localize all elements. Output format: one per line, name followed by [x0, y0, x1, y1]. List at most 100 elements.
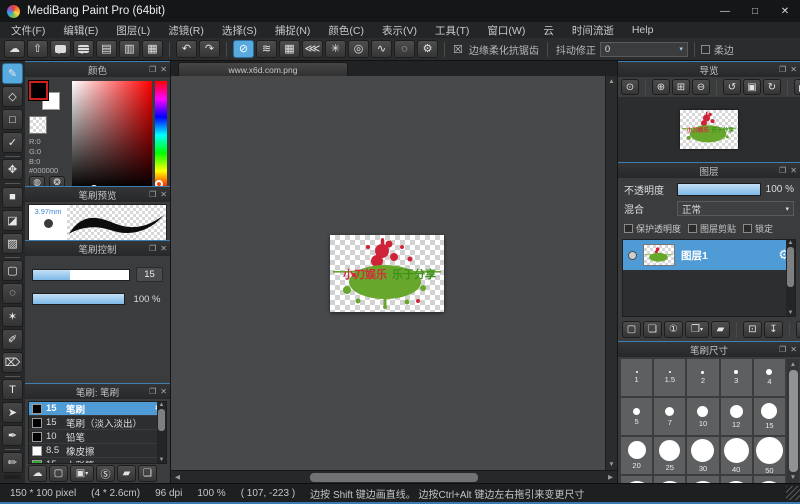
arrow-up-icon[interactable]: ▲	[159, 402, 165, 408]
control-point-tool[interactable]: ✓	[2, 132, 23, 153]
scroll-thumb[interactable]	[158, 409, 165, 431]
foreground-color-swatch[interactable]	[29, 81, 48, 100]
divide-tool[interactable]: ✏	[2, 452, 23, 473]
text-tool[interactable]: T	[2, 379, 23, 400]
layer-list-scrollbar[interactable]: ▲ ▼	[786, 240, 795, 316]
brush-size-value[interactable]: 15	[136, 267, 163, 282]
brush-item[interactable]: 8.5 橡皮擦	[29, 444, 166, 458]
size-cell[interactable]	[654, 476, 685, 483]
bucket-tool[interactable]: ◪	[2, 210, 23, 231]
snap-off-button[interactable]: ⊘	[233, 40, 254, 58]
close-button[interactable]: ✕	[770, 0, 800, 22]
edit-table-button[interactable]: ▦	[142, 40, 163, 58]
add-brush-button[interactable]: ▢	[49, 465, 68, 482]
layer-opacity-slider[interactable]	[677, 183, 761, 196]
popout-icon[interactable]: ❐	[149, 387, 156, 396]
maximize-button[interactable]: □	[740, 0, 770, 22]
menu-layer[interactable]: 图层(L)	[107, 23, 159, 38]
snap-parallel-button[interactable]: ≋	[256, 40, 277, 58]
close-panel-icon[interactable]: ✕	[790, 65, 797, 74]
brush-folder-button[interactable]: ▰	[117, 465, 136, 482]
canvas-vertical-scrollbar[interactable]: ▲ ▼	[605, 76, 617, 470]
arrow-up-icon[interactable]: ▲	[608, 78, 614, 85]
gradient-tool[interactable]: ▨	[2, 233, 23, 254]
popout-icon[interactable]: ❐	[779, 65, 786, 74]
snap-radial-button[interactable]: ✳	[325, 40, 346, 58]
saturation-value-picker[interactable]	[72, 81, 152, 186]
artwork-image[interactable]: 小刀娱乐 乐于分享	[330, 235, 444, 312]
lock-option[interactable]: 锁定	[743, 222, 773, 235]
shape-tool[interactable]: □	[2, 109, 23, 130]
size-cell[interactable]: 7	[654, 398, 685, 435]
navigator-preview[interactable]: 小刀娱乐 乐于分享	[618, 97, 800, 162]
delete-layer-button[interactable]: ✖	[796, 321, 800, 338]
zoom-in-button[interactable]: ⊕	[652, 79, 670, 95]
popout-icon[interactable]: ❐	[149, 244, 156, 253]
size-cell[interactable]: 2	[687, 359, 718, 396]
jitter-select[interactable]: 0 ▾	[600, 42, 688, 57]
resize-grip[interactable]	[786, 486, 800, 500]
sv-marker[interactable]	[90, 185, 98, 186]
menu-tools[interactable]: 工具(T)	[426, 23, 478, 38]
onebit-layer-button[interactable]: ①	[664, 321, 683, 338]
canvas-horizontal-scrollbar[interactable]: ◀ ▶	[171, 470, 617, 483]
transparent-swatch[interactable]	[29, 116, 47, 134]
palette-button[interactable]: ◍	[29, 176, 45, 186]
layer-visibility-dot[interactable]	[628, 251, 637, 260]
arrow-down-icon[interactable]: ▼	[790, 474, 796, 481]
snap-grid-button[interactable]: ▦	[279, 40, 300, 58]
menu-help[interactable]: Help	[623, 24, 663, 36]
duplicate-layer-button[interactable]: ❏	[643, 321, 662, 338]
menu-edit[interactable]: 编辑(E)	[54, 23, 107, 38]
menu-select[interactable]: 选择(S)	[213, 23, 266, 38]
size-cell[interactable]: 15	[754, 398, 785, 435]
lock-checkbox[interactable]	[743, 224, 752, 233]
menu-snap[interactable]: 捕捉(N)	[266, 23, 320, 38]
color-wheel-button[interactable]: ❂	[49, 176, 65, 186]
add-folder-button[interactable]: ❐▾	[685, 321, 709, 338]
document-button[interactable]: ▤	[96, 40, 117, 58]
menu-filter[interactable]: 滤镜(R)	[159, 23, 213, 38]
size-cell[interactable]: 12	[721, 398, 752, 435]
size-cell[interactable]: 10	[687, 398, 718, 435]
brush-item[interactable]: 10 铅笔	[29, 430, 166, 444]
arrow-down-icon[interactable]: ▼	[788, 310, 794, 316]
antialias-checkbox[interactable]: ☒	[453, 43, 463, 56]
color-swatches[interactable]	[29, 81, 65, 113]
brush-cloud-button[interactable]: ☁	[28, 465, 47, 482]
menu-color[interactable]: 颜色(C)	[319, 23, 373, 38]
eyedropper-tool[interactable]: ✒	[2, 425, 23, 446]
size-cell[interactable]: 1	[621, 359, 652, 396]
undo-button[interactable]: ↶	[176, 40, 197, 58]
snap-ellipse-button[interactable]: ◌	[394, 40, 415, 58]
size-cell[interactable]	[721, 476, 752, 483]
rotate-left-button[interactable]: ↺	[723, 79, 741, 95]
protect-alpha-checkbox[interactable]	[624, 224, 633, 233]
add-brush-menu-button[interactable]: ▣▾	[70, 465, 94, 482]
menu-window[interactable]: 窗口(W)	[478, 23, 534, 38]
layer-row-selected[interactable]: 图层1 ⚙	[623, 240, 795, 270]
new-layer-button[interactable]: ▢	[622, 321, 641, 338]
hue-marker[interactable]	[155, 180, 163, 186]
menu-view[interactable]: 表示(V)	[373, 23, 426, 38]
select-eraser-tool[interactable]: ⌦	[2, 352, 23, 373]
minimize-button[interactable]: —	[710, 0, 740, 22]
scroll-thumb[interactable]	[787, 247, 794, 287]
merge-layer-button[interactable]: ↧	[764, 321, 783, 338]
canvas-viewport[interactable]: 小刀娱乐 乐于分享 ▲ ▼	[171, 76, 617, 470]
magic-wand-tool[interactable]: ✶	[2, 306, 23, 327]
size-cell[interactable]	[687, 476, 718, 483]
brush-item[interactable]: 15 水彩笔	[29, 458, 166, 464]
zoom-reset-button[interactable]: ⊙	[621, 79, 639, 95]
canvas-tab[interactable]: www.x6d.com.png	[178, 62, 348, 76]
arrow-right-icon[interactable]: ▶	[604, 473, 617, 481]
close-panel-icon[interactable]: ✕	[160, 387, 167, 396]
publish-button[interactable]: ⇧	[27, 40, 48, 58]
snap-vanishing-button[interactable]: ⋘	[302, 40, 323, 58]
size-cell[interactable]: 40	[721, 437, 752, 474]
lasso-tool[interactable]: ◌	[2, 283, 23, 304]
snap-curve-button[interactable]: ∿	[371, 40, 392, 58]
fill-rect-tool[interactable]: ■	[2, 187, 23, 208]
lock-button[interactable]	[794, 79, 800, 95]
brush-size-scrollbar[interactable]: ▲ ▼	[787, 359, 799, 483]
